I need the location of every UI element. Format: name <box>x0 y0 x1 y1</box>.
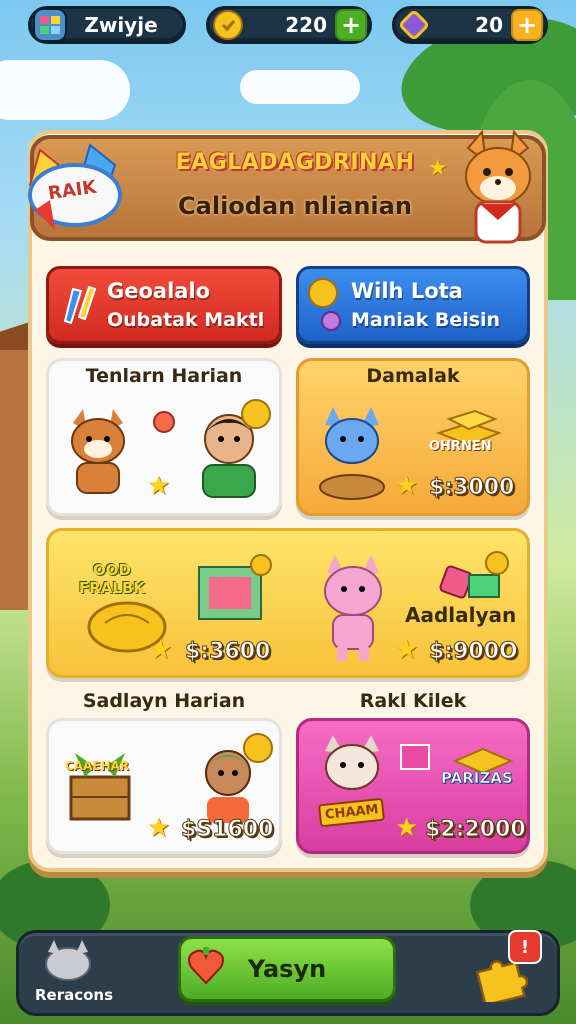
star-icon: ★ <box>395 471 419 501</box>
coin-icon <box>243 733 273 763</box>
red-action-button[interactable]: Geoalalo Oubatak Maktl <box>46 266 282 344</box>
card-title: Damalak <box>366 365 460 387</box>
grid-icon <box>33 8 67 42</box>
add-gems-button[interactable]: + <box>511 9 543 41</box>
candy-icon <box>153 411 175 433</box>
play-label: Yasyn <box>247 955 327 983</box>
shop-card-damalak[interactable]: Damalak OHRNEN ★ $:3000 <box>296 358 530 516</box>
card-title: Tenlarn Harian <box>85 365 243 387</box>
gems-value: 20 <box>475 13 503 37</box>
coin-stack-icon <box>308 278 341 331</box>
shop-card-pink[interactable]: CHAAM PARIZAS ★ $2:2000 <box>296 718 530 854</box>
add-coins-button[interactable]: + <box>335 9 367 41</box>
banner-title: EAGLADAGDRINAH <box>175 150 415 175</box>
coins-pill: 220 + <box>206 6 372 44</box>
gem-icon <box>397 8 431 42</box>
resources-button[interactable]: Reracons <box>26 938 122 1008</box>
blue-button-line1: Wilh Lota <box>351 279 463 303</box>
red-button-line1: Geoalalo <box>107 279 211 303</box>
cloud <box>240 70 360 104</box>
star-icon: ★ <box>149 635 173 665</box>
animal-icon <box>45 940 91 981</box>
banner-subtitle: Caliodan nlianian <box>178 192 412 220</box>
cloud <box>0 60 130 120</box>
gift-box-icon <box>198 554 272 620</box>
blue-button-line2: Maniak Beisin <box>351 309 501 331</box>
coins-value: 220 <box>285 13 327 37</box>
section-title: Rakl Kilek <box>359 690 467 712</box>
red-button-line2: Oubatak Maktl <box>107 309 265 331</box>
profile-label: Zwiyje <box>84 13 158 37</box>
section-title: Sadlayn Harian <box>82 690 246 712</box>
play-button[interactable]: Yasyn <box>178 936 396 1002</box>
coin-icon <box>241 399 271 429</box>
notification-badge: ! <box>508 930 542 964</box>
card-price: $2:2000 <box>425 817 527 843</box>
fox-character-icon <box>71 409 125 494</box>
cat-character-icon <box>319 407 385 500</box>
gift-icon <box>400 744 430 770</box>
star-icon: ★ <box>147 471 171 501</box>
pink-pig-character-icon <box>324 555 382 661</box>
coin-icon <box>211 8 245 42</box>
card-price: $:3000 <box>428 475 515 501</box>
shop-card-crate[interactable]: CAAEHAR ★ $S1600 <box>46 718 282 854</box>
card-tag: OHRNEN <box>429 439 492 454</box>
fox-mascot-icon <box>450 128 546 246</box>
card-tag: PARIZAS <box>441 769 513 788</box>
star-icon: ★ <box>147 813 171 843</box>
star-icon: ★ <box>395 813 419 843</box>
resources-label: Reracons <box>34 986 114 1004</box>
featured-title: Aadlalyan <box>405 603 517 627</box>
gems-pill: 20 + <box>392 6 548 44</box>
card-price-2: $:900O <box>429 639 519 665</box>
crate-label: CAAEHAR <box>65 759 130 773</box>
pencil-icon <box>63 285 97 325</box>
card-price: $:3600 <box>184 639 271 665</box>
blue-action-button[interactable]: Wilh Lota Maniak Beisin <box>296 266 530 344</box>
featured-badge: OOD FRALBK <box>78 561 146 597</box>
shop-card-featured[interactable]: OOD FRALBK ★ $:3600 Aadlalyan ★ $:900O <box>46 528 530 678</box>
star-icon: ★ <box>395 635 419 665</box>
shop-card-daily[interactable]: Tenlarn Harian ★ <box>46 358 282 516</box>
profile-pill[interactable]: Zwiyje <box>28 6 186 44</box>
card-price: $S1600 <box>180 817 274 843</box>
star-icon: ★ <box>428 156 448 181</box>
